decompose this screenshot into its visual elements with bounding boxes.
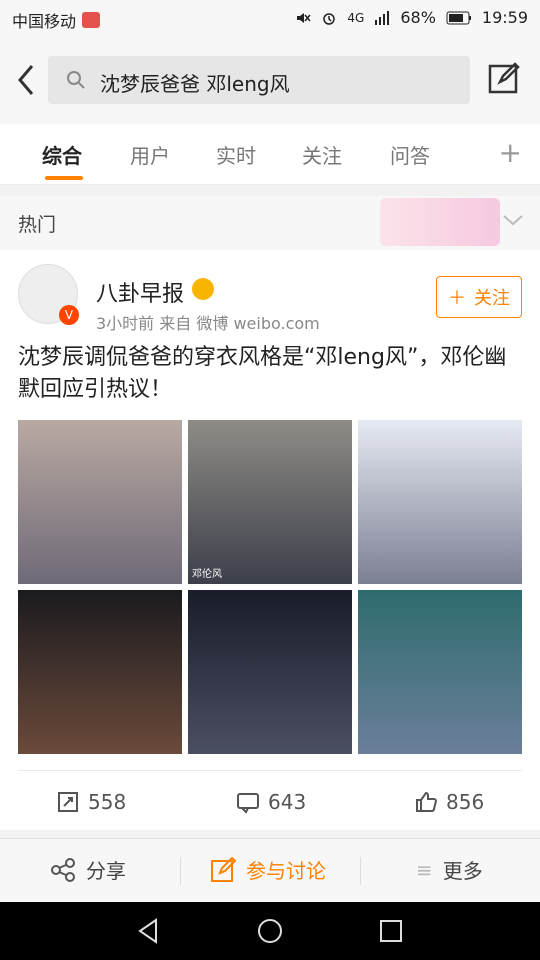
repost-icon xyxy=(58,792,78,812)
post-text[interactable]: 沈梦辰调侃爸爸的穿衣风格是“邓leng风”，邓伦幽默回应引热议！ xyxy=(18,342,522,406)
status-left: 中国移动 xyxy=(12,8,101,32)
discuss-label: 参与讨论 xyxy=(246,859,326,883)
chevron-down-icon[interactable] xyxy=(502,212,524,228)
share-icon xyxy=(51,857,75,882)
follow-button[interactable]: ＋ 关注 xyxy=(436,276,522,318)
app-badge-icon xyxy=(82,12,101,28)
menu-icon: ≡ xyxy=(416,857,433,882)
comment-count: 643 xyxy=(268,790,307,814)
post-meta: 3小时前 来自 微博 weibo.com xyxy=(96,314,320,333)
medal-icon xyxy=(192,278,214,300)
battery-icon xyxy=(446,11,471,24)
image-thumb-5[interactable] xyxy=(188,590,352,754)
image-thumb-1[interactable] xyxy=(18,420,182,584)
image-thumb-6[interactable] xyxy=(358,590,522,754)
separator xyxy=(180,857,181,885)
carrier-name: 中国移动 xyxy=(12,12,77,31)
like-count: 856 xyxy=(446,790,485,814)
search-query: 沈梦辰爸爸 邓leng风 xyxy=(100,72,290,96)
nav-recents-icon[interactable] xyxy=(376,916,406,946)
author-avatar[interactable]: V xyxy=(18,264,79,325)
search-box[interactable]: 沈梦辰爸爸 邓leng风 xyxy=(48,56,470,104)
nav-home-icon[interactable] xyxy=(255,916,285,946)
status-right: 4G 68% 19:59 xyxy=(295,8,528,27)
share-label: 分享 xyxy=(86,859,126,883)
image-thumb-3[interactable] xyxy=(358,420,522,584)
follow-label: 关注 xyxy=(474,288,510,309)
tab-realtime[interactable]: 实时 xyxy=(216,140,256,169)
post-divider xyxy=(18,770,522,771)
plus-icon: ＋ xyxy=(448,288,466,309)
android-nav-bar xyxy=(0,902,540,960)
repost-count: 558 xyxy=(88,790,127,814)
post-actions: 558 643 856 xyxy=(0,780,540,830)
image-caption-2: 邓伦风 xyxy=(192,569,222,580)
repost-action[interactable]: 558 xyxy=(56,790,126,814)
mute-icon xyxy=(297,12,311,23)
tab-comprehensive[interactable]: 综合 xyxy=(42,140,82,169)
post-card: V 八卦早报 3小时前 来自 微博 weibo.com ＋ 关注 沈梦辰调侃爸爸… xyxy=(0,250,540,830)
promo-banner[interactable] xyxy=(380,198,500,246)
verified-badge: V xyxy=(59,305,79,325)
search-tabs: 综合 用户 实时 关注 问答 + xyxy=(0,124,540,185)
search-icon xyxy=(67,71,85,89)
compose-icon[interactable] xyxy=(488,60,522,94)
active-tab-indicator xyxy=(45,176,83,180)
bottom-action-bar: 分享 参与讨论 ≡ 更多 xyxy=(0,838,540,903)
tab-follow[interactable]: 关注 xyxy=(302,140,342,169)
more-label: 更多 xyxy=(442,859,483,883)
tab-users[interactable]: 用户 xyxy=(130,140,170,169)
tab-qa[interactable]: 问答 xyxy=(390,140,430,169)
alarm-icon xyxy=(323,12,336,25)
image-thumb-2[interactable]: 邓伦风 xyxy=(188,420,352,584)
share-button[interactable]: 分享 xyxy=(50,855,126,884)
section-title: 热门 xyxy=(18,214,57,236)
comment-action[interactable]: 643 xyxy=(236,790,306,814)
signal-icon xyxy=(375,10,390,25)
back-icon[interactable] xyxy=(14,62,38,98)
status-bar: 中国移动 4G 68% 19:59 xyxy=(0,0,540,36)
top-bar: 沈梦辰爸爸 邓leng风 xyxy=(0,36,540,124)
author-name[interactable]: 八卦早报 xyxy=(96,276,184,308)
more-button[interactable]: ≡ 更多 xyxy=(416,855,483,884)
section-header: 热门 xyxy=(0,196,540,251)
comment-icon xyxy=(237,793,259,814)
add-tab-icon[interactable]: + xyxy=(499,136,522,169)
time: 19:59 xyxy=(481,8,528,27)
image-thumb-4[interactable] xyxy=(18,590,182,754)
separator xyxy=(360,857,361,885)
discuss-button[interactable]: 参与讨论 xyxy=(210,855,326,884)
battery-percent: 68% xyxy=(400,8,436,27)
thumbs-up-icon xyxy=(416,791,438,812)
edit-icon xyxy=(211,856,236,882)
nav-back-icon[interactable] xyxy=(134,916,164,946)
image-grid: 邓伦风 xyxy=(18,420,522,754)
like-action[interactable]: 856 xyxy=(414,790,484,814)
network-type: 4G xyxy=(347,10,365,25)
